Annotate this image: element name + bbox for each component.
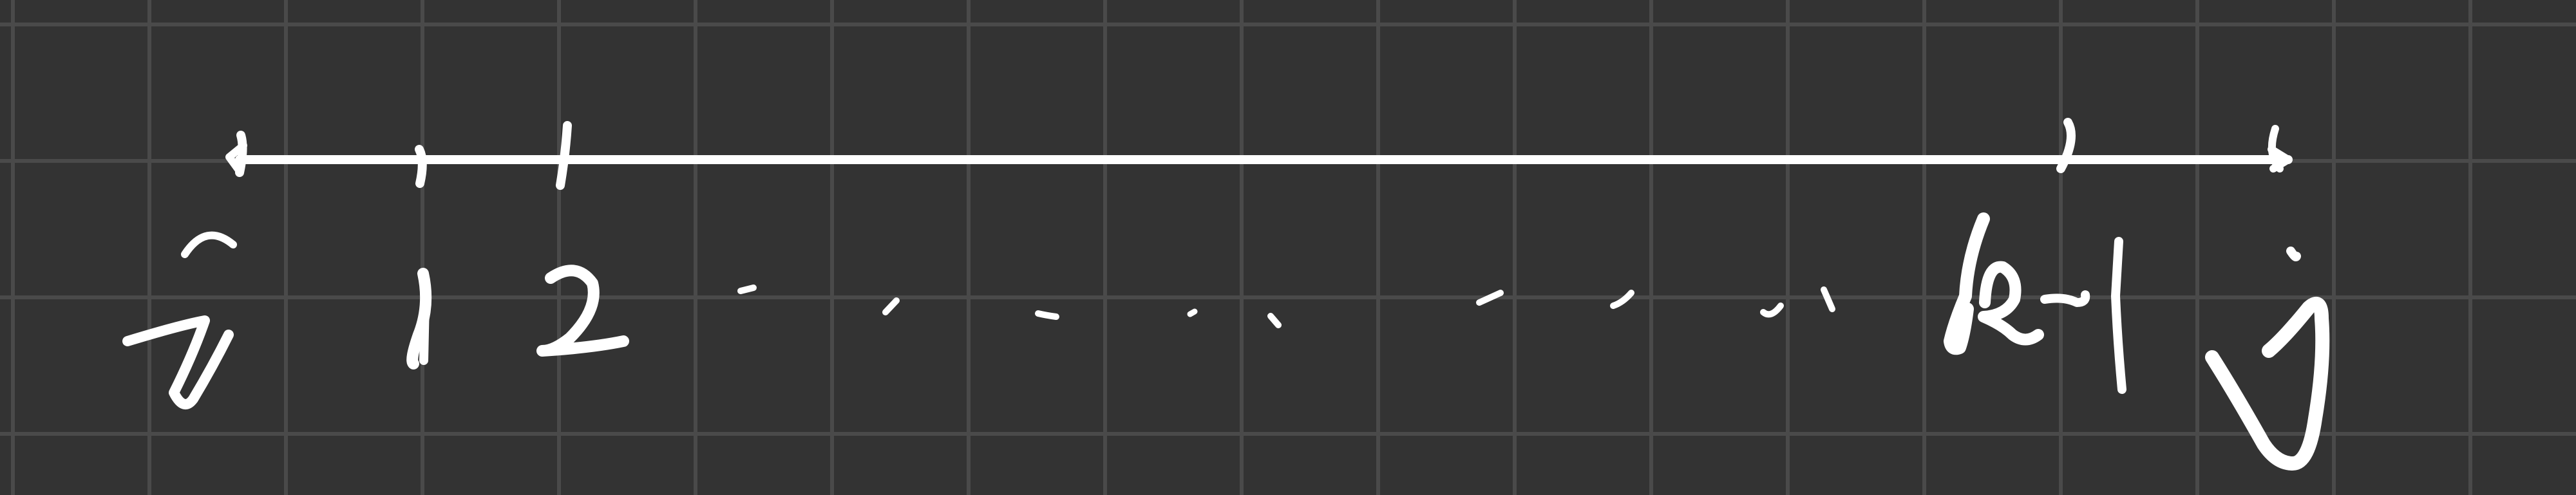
tick-mark-1: [415, 145, 427, 188]
dot-mark-4: [1187, 308, 1198, 317]
dot-mark-9: [1821, 286, 1835, 312]
whiteboard-canvas: 0 1 2 k-1: [0, 0, 2576, 495]
number-line-diagram: 0 1 2 k-1: [122, 118, 2330, 471]
dot-mark-5: [1267, 313, 1282, 328]
tick-mark-2: [556, 121, 572, 190]
ellipsis-marks: [737, 285, 1835, 328]
tick-mark-0: [235, 131, 247, 177]
dot-mark-3: [1035, 310, 1059, 320]
dot-mark-2: [882, 297, 900, 315]
dot-mark-1: [737, 285, 757, 294]
dot-mark-8: [1760, 303, 1784, 318]
tick-mark-k: [2268, 125, 2284, 173]
label-k-minus-one: k-1: [1944, 212, 2126, 394]
label-two: 2: [536, 265, 629, 357]
dot-mark-7: [1610, 290, 1634, 309]
label-k: k: [2205, 247, 2330, 471]
label-zero: 0: [122, 231, 237, 409]
dot-mark-6: [1476, 290, 1504, 306]
label-one: 1: [406, 268, 432, 369]
